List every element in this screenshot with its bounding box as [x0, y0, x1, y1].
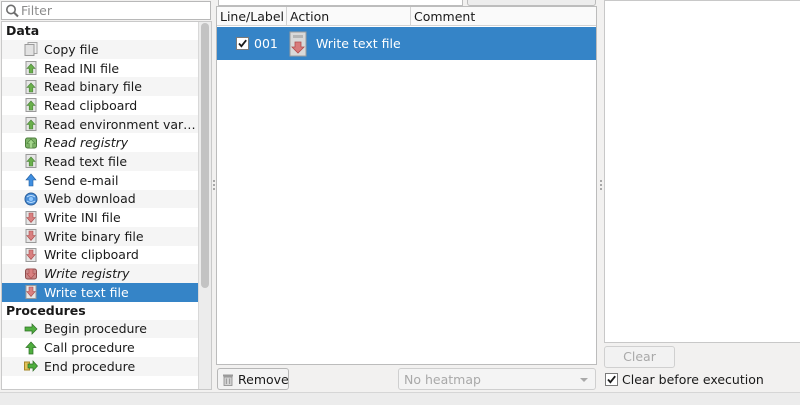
scrollbar-thumb[interactable] [201, 23, 209, 288]
checkmark-icon [238, 39, 247, 48]
begin-procedure-icon [24, 322, 38, 336]
list-item-label: Write registry [44, 266, 130, 282]
list-item-label: Copy file [44, 41, 99, 57]
filter-box[interactable] [1, 1, 211, 20]
call-procedure-icon [24, 341, 38, 355]
read-clipboard-icon [24, 98, 38, 113]
read-ini-file-icon [24, 61, 38, 76]
action-list[interactable]: Data Copy file Read INI file Read binary fi… [1, 21, 212, 390]
action-list-rows: Data Copy file Read INI file Read binary fi… [2, 22, 199, 376]
status-bar [0, 392, 800, 405]
list-item[interactable]: Read text file [2, 152, 199, 171]
write-registry-icon [24, 267, 38, 281]
clear-before-execution-label: Clear before execution [622, 372, 764, 387]
list-item[interactable]: Read clipboard [2, 96, 199, 115]
row-line-number: 001 [254, 36, 278, 51]
read-registry-icon [24, 136, 38, 150]
write-binary-file-icon [24, 229, 38, 244]
write-ini-file-icon [24, 210, 38, 225]
list-item-label: Read clipboard [44, 97, 138, 113]
list-item-label: Read text file [44, 153, 128, 169]
output-console[interactable] [604, 0, 800, 343]
list-item[interactable]: Web download [2, 189, 199, 209]
remove-button-label: Remove [238, 371, 289, 387]
right-splitter-grip[interactable] [600, 180, 603, 190]
read-binary-file-icon [24, 79, 38, 94]
action-list-scrollbar[interactable] [198, 22, 211, 389]
list-item[interactable]: Read environment vari… [2, 114, 199, 134]
remove-button[interactable]: Remove [217, 368, 289, 390]
trash-icon [222, 373, 234, 386]
list-item[interactable]: Call procedure [2, 338, 199, 357]
list-item-label: Call procedure [44, 340, 135, 356]
heatmap-select-value: No heatmap [404, 371, 481, 387]
category-header-procedures: Procedures [2, 301, 199, 320]
send-email-icon [24, 173, 38, 187]
list-item[interactable]: End procedure [2, 357, 199, 376]
clear-before-execution-checkbox[interactable] [605, 373, 618, 386]
list-item[interactable]: Copy file [2, 40, 199, 59]
web-download-icon [24, 192, 38, 206]
category-header-data: Data [2, 22, 199, 40]
write-text-file-icon [24, 285, 38, 300]
list-item[interactable]: Write clipboard [2, 246, 199, 265]
column-header-line-label[interactable]: Line/Label [217, 7, 287, 25]
list-item[interactable]: Read INI file [2, 59, 199, 78]
list-item[interactable]: Write text file [2, 282, 199, 302]
script-table[interactable]: Line/Label Action Comment 001 Write text… [216, 6, 597, 365]
checkmark-icon [607, 375, 616, 384]
filter-input[interactable] [20, 3, 205, 18]
row-action-label: Write text file [316, 36, 401, 51]
table-row[interactable]: 001 Write text file [217, 27, 596, 60]
read-environment-icon [24, 117, 38, 132]
clear-button[interactable]: Clear [604, 346, 675, 368]
list-item[interactable]: Read registry [2, 133, 199, 152]
column-header-action[interactable]: Action [287, 7, 411, 25]
read-text-file-icon [24, 154, 38, 169]
row-enabled-checkbox[interactable] [236, 37, 249, 50]
list-item-label: Read environment vari… [44, 116, 196, 132]
list-item-label: Read INI file [44, 60, 120, 76]
list-item-label: Web download [44, 191, 136, 207]
table-header: Line/Label Action Comment [217, 7, 596, 26]
write-text-file-icon [287, 31, 309, 57]
heatmap-select[interactable]: No heatmap [398, 368, 596, 390]
list-item-label: Write text file [44, 284, 129, 300]
write-clipboard-icon [24, 247, 38, 262]
list-item-label: Write INI file [44, 210, 121, 226]
list-item-label: Begin procedure [44, 321, 147, 337]
search-icon [4, 3, 20, 19]
actions-panel: DataCopy file Read INI file Read binary fi… [0, 0, 212, 390]
list-item[interactable]: Begin procedure [2, 319, 199, 339]
clear-before-execution-option[interactable]: Clear before execution [605, 372, 764, 387]
list-item-label: End procedure [44, 358, 136, 374]
list-item-label: Write clipboard [44, 247, 139, 263]
column-header-comment[interactable]: Comment [411, 7, 596, 25]
list-item[interactable]: Write INI file [2, 208, 199, 227]
end-procedure-icon [24, 359, 38, 373]
copy-file-icon [24, 42, 38, 57]
list-item[interactable]: Write binary file [2, 226, 199, 246]
list-item-label: Read registry [44, 135, 129, 151]
list-item[interactable]: Send e-mail [2, 171, 199, 190]
chevron-down-icon [580, 378, 588, 382]
list-item-label: Send e-mail [44, 172, 119, 188]
list-item[interactable]: Write registry [2, 264, 199, 283]
list-item-label: Write binary file [44, 228, 144, 244]
list-item[interactable]: Read binary file [2, 77, 199, 97]
list-item-label: Read binary file [44, 79, 142, 95]
